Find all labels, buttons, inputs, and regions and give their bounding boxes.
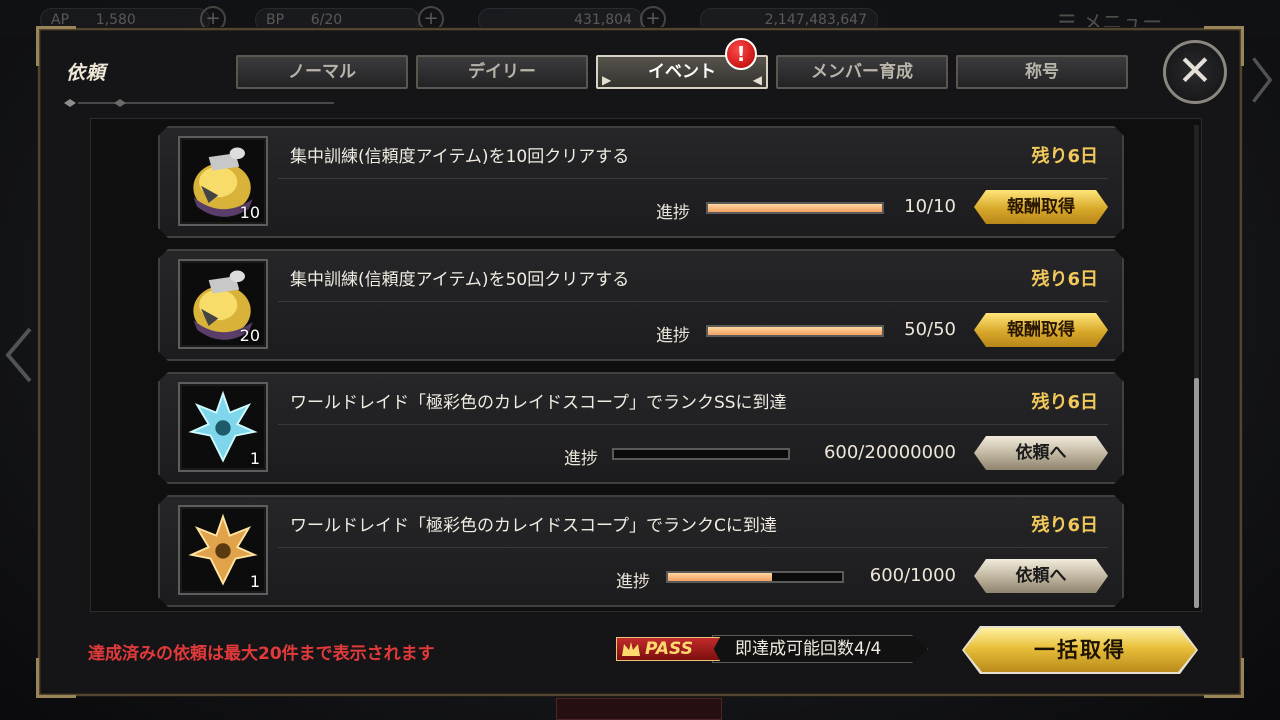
progress-label: 進捗 — [656, 326, 690, 346]
quest-title: 集中訓練(信頼度アイテム)を50回クリアする — [290, 270, 630, 290]
tab-member-training[interactable]: メンバー育成 — [776, 55, 948, 89]
remaining-days: 残り6日 — [1031, 515, 1098, 536]
title-ornament — [64, 99, 334, 107]
reward-slot[interactable]: 20 — [178, 259, 268, 349]
tab-right-marker-icon: ◀ — [752, 73, 762, 87]
crown-icon — [622, 642, 640, 656]
quest-title: ワールドレイド「極彩色のカレイドスコープ」でランクSSに到達 — [290, 393, 787, 413]
instant-clear-counter: 即達成可能回数4/4 — [712, 635, 928, 663]
divider — [278, 547, 1108, 548]
reward-count: 10 — [239, 203, 260, 222]
bulk-claim-button[interactable]: 一括取得 — [964, 628, 1196, 672]
remaining-days: 残り6日 — [1031, 269, 1098, 290]
quest-row: 1 ワールドレイド「極彩色のカレイドスコープ」でランクSSに到達 残り6日 進捗… — [158, 372, 1124, 484]
progress-value: 50/50 — [904, 319, 956, 340]
progress-bar — [612, 448, 790, 460]
claim-reward-button[interactable]: 報酬取得 — [974, 313, 1108, 347]
reward-slot[interactable]: 1 — [178, 505, 268, 595]
left-arrow-icon — [5, 327, 32, 383]
quest-row: 10 集中訓練(信頼度アイテム)を10回クリアする 残り6日 進捗 10/10 … — [158, 126, 1124, 238]
reward-count: 1 — [249, 572, 260, 591]
reward-count: 20 — [239, 326, 260, 345]
right-arrow-icon — [1252, 57, 1273, 103]
remaining-days: 残り6日 — [1031, 392, 1098, 413]
quest-row: 1 ワールドレイド「極彩色のカレイドスコープ」でランクCに到達 残り6日 進捗 … — [158, 495, 1124, 607]
alert-badge-icon: ! — [725, 38, 757, 70]
background-strip — [556, 698, 722, 720]
divider — [278, 424, 1108, 425]
tab-title[interactable]: 称号 — [956, 55, 1128, 89]
claim-reward-button[interactable]: 報酬取得 — [974, 190, 1108, 224]
reward-slot[interactable]: 1 — [178, 382, 268, 472]
pass-badge: PASS — [616, 637, 720, 661]
quest-title: ワールドレイド「極彩色のカレイドスコープ」でランクCに到達 — [290, 516, 777, 536]
quest-title: 集中訓練(信頼度アイテム)を10回クリアする — [290, 147, 630, 167]
progress-fill — [668, 573, 773, 581]
progress-value: 10/10 — [904, 196, 956, 217]
remaining-days: 残り6日 — [1031, 146, 1098, 167]
divider — [278, 178, 1108, 179]
progress-label: 進捗 — [616, 572, 650, 592]
progress-label: 進捗 — [656, 203, 690, 223]
frame-corner — [36, 658, 76, 698]
progress-value: 600/20000000 — [823, 442, 956, 463]
progress-fill — [708, 327, 882, 335]
reward-count: 1 — [249, 449, 260, 468]
close-button[interactable]: ✕ — [1163, 40, 1227, 104]
quest-row: 20 集中訓練(信頼度アイテム)を50回クリアする 残り6日 進捗 50/50 … — [158, 249, 1124, 361]
tab-daily[interactable]: デイリー — [416, 55, 588, 89]
progress-value: 600/1000 — [869, 565, 956, 586]
go-to-quest-button[interactable]: 依頼へ — [974, 436, 1108, 470]
progress-bar — [706, 325, 884, 337]
frame-corner — [1204, 658, 1244, 698]
go-to-quest-button[interactable]: 依頼へ — [974, 559, 1108, 593]
divider — [278, 301, 1108, 302]
progress-label: 進捗 — [564, 449, 598, 469]
progress-bar — [666, 571, 844, 583]
tab-left-marker-icon: ▶ — [602, 73, 612, 87]
panel-title: 依頼 — [66, 62, 107, 84]
scrollbar-thumb[interactable] — [1194, 378, 1199, 608]
progress-bar — [706, 202, 884, 214]
reward-slot[interactable]: 10 — [178, 136, 268, 226]
tab-normal[interactable]: ノーマル — [236, 55, 408, 89]
progress-fill — [708, 204, 882, 212]
display-limit-note: 達成済みの依頼は最大20件まで表示されます — [88, 644, 435, 664]
